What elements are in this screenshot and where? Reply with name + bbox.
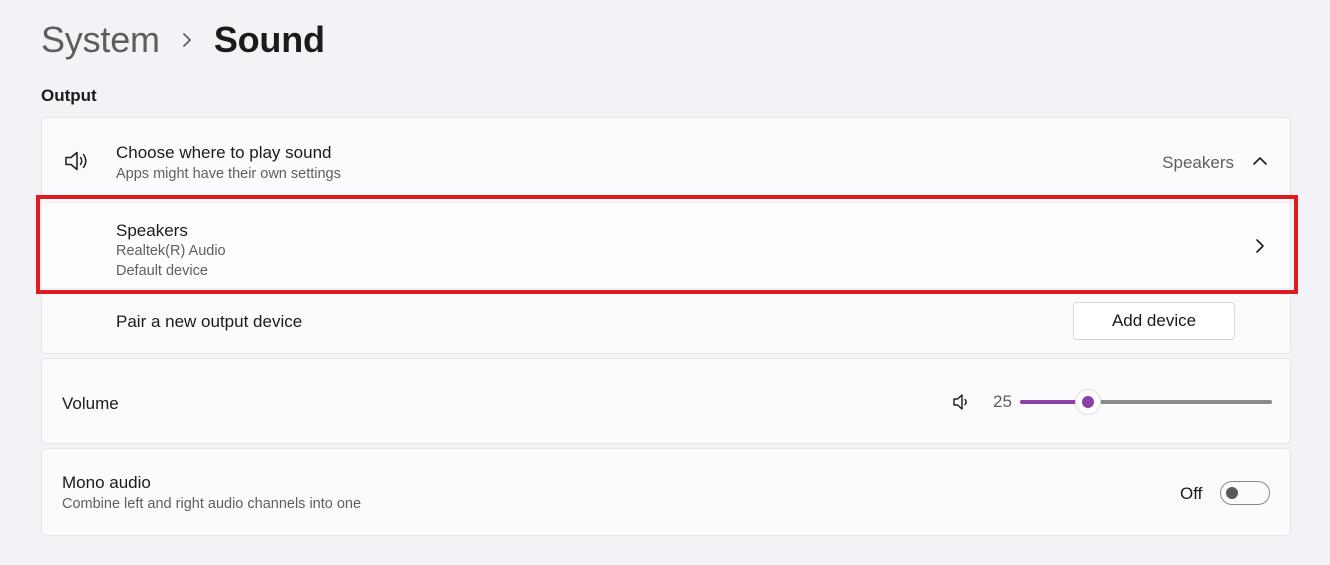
output-section-title: Output: [41, 86, 97, 105]
add-device-button[interactable]: Add device: [1073, 302, 1235, 340]
mono-audio-toggle[interactable]: [1220, 481, 1270, 505]
chevron-up-icon[interactable]: [1252, 154, 1268, 166]
breadcrumb-system[interactable]: System: [41, 19, 160, 61]
device-driver: Realtek(R) Audio: [116, 243, 226, 259]
output-card: Choose where to play sound Apps might ha…: [41, 117, 1291, 354]
chevron-right-icon: [1254, 238, 1266, 254]
volume-slider-thumb-dot: [1082, 396, 1094, 408]
volume-value: 25: [993, 392, 1012, 411]
volume-slider-thumb[interactable]: [1075, 389, 1101, 415]
volume-slider[interactable]: [1020, 389, 1272, 415]
page-title: Sound: [213, 19, 325, 60]
device-name: Speakers: [116, 221, 188, 240]
device-status: Default device: [116, 263, 208, 279]
breadcrumb-chevron-icon: [160, 32, 214, 48]
speakers-device-row[interactable]: Speakers Realtek(R) Audio Default device: [42, 203, 1290, 289]
pair-device-label: Pair a new output device: [116, 312, 303, 331]
breadcrumb: System Sound: [41, 16, 325, 64]
speaker-icon: [63, 149, 91, 173]
mono-audio-state-label: Off: [1180, 484, 1203, 503]
toggle-knob: [1226, 487, 1238, 499]
selected-output-value: Speakers: [1162, 153, 1234, 172]
choose-output-row[interactable]: Choose where to play sound Apps might ha…: [42, 118, 1290, 203]
choose-output-title: Choose where to play sound: [116, 143, 332, 162]
mono-audio-card: Mono audio Combine left and right audio …: [41, 448, 1291, 536]
mono-audio-title: Mono audio: [62, 473, 151, 492]
sound-settings-page: System Sound Output Choose where to play…: [0, 0, 1330, 565]
mono-audio-subtitle: Combine left and right audio channels in…: [62, 496, 362, 512]
pair-device-row: Pair a new output device Add device: [42, 289, 1290, 355]
choose-output-subtitle: Apps might have their own settings: [116, 166, 341, 182]
volume-title: Volume: [62, 394, 119, 413]
volume-icon[interactable]: [952, 392, 972, 412]
volume-card: Volume 25: [41, 358, 1291, 444]
